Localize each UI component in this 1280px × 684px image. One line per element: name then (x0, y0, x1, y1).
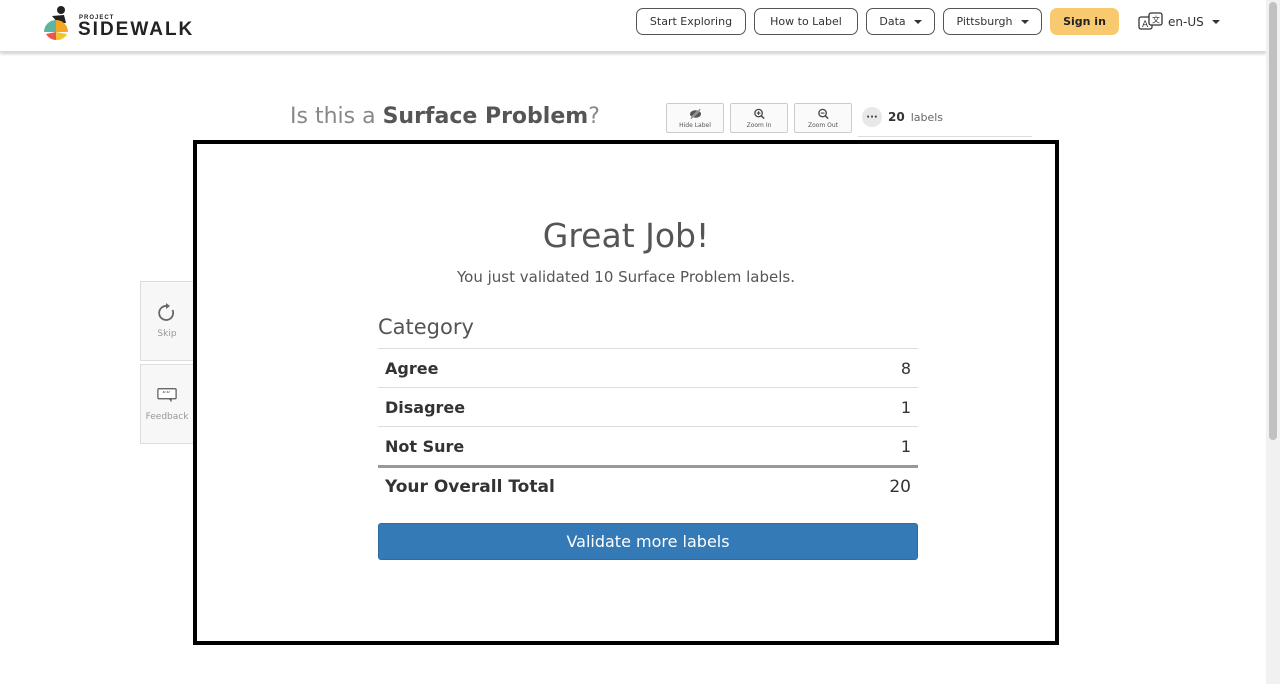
translate-icon: A 文 (1138, 12, 1163, 30)
zoom-in-button[interactable]: Zoom In (730, 103, 788, 133)
more-icon[interactable]: ··· (862, 107, 882, 127)
data-dropdown-label: Data (879, 15, 906, 28)
stat-value: 1 (900, 436, 911, 456)
stat-row-agree: Agree 8 (378, 348, 918, 387)
zoom-out-button[interactable]: Zoom Out (794, 103, 852, 133)
stat-label: Disagree (385, 397, 466, 417)
stat-value: 8 (900, 358, 911, 378)
svg-text:“: “ (166, 389, 170, 399)
wheelchair-logo-icon (44, 6, 68, 40)
labels-word: labels (910, 110, 944, 124)
total-value: 20 (889, 477, 911, 497)
validation-stats-table: Agree 8 Disagree 1 Not Sure 1 Your Overa… (378, 348, 918, 506)
city-dropdown[interactable]: Pittsburgh (943, 8, 1042, 35)
validation-question: Is this a Surface Problem? (290, 104, 600, 129)
counter-divider (858, 136, 1032, 137)
skip-button[interactable]: Skip (140, 281, 194, 361)
eye-slash-icon (689, 108, 701, 119)
modal-title: Great Job! (542, 216, 710, 255)
comment-quote-icon: “ “ (157, 388, 177, 403)
zoom-in-text: Zoom In (746, 121, 772, 129)
skip-label: Skip (157, 329, 177, 339)
scrollbar-thumb[interactable] (1269, 2, 1277, 440)
category-header: Category (378, 315, 474, 339)
svg-text:文: 文 (1152, 15, 1160, 25)
modal-subtitle: You just validated 10 Surface Problem la… (457, 268, 795, 286)
zoom-in-icon (753, 108, 765, 119)
data-dropdown[interactable]: Data (866, 8, 935, 35)
stat-label: Agree (385, 358, 439, 378)
sign-in-label: Sign in (1063, 15, 1106, 28)
page-scrollbar[interactable] (1266, 0, 1280, 684)
validate-more-button[interactable]: Validate more labels (378, 523, 918, 560)
sign-in-button[interactable]: Sign in (1050, 8, 1119, 35)
how-to-label-label: How to Label (770, 15, 842, 28)
zoom-out-text: Zoom Out (807, 121, 839, 129)
svg-text:A: A (1142, 20, 1149, 30)
navbar: PROJECT SIDEWALK Start Exploring How to … (0, 0, 1266, 52)
city-dropdown-label: Pittsburgh (956, 15, 1013, 28)
start-exploring-label: Start Exploring (649, 15, 733, 28)
feedback-label: Feedback (145, 412, 189, 422)
caret-down-icon (1211, 20, 1220, 24)
stat-row-not-sure: Not Sure 1 (378, 426, 918, 465)
total-label: Your Overall Total (385, 477, 555, 497)
question-suffix: ? (588, 104, 600, 129)
how-to-label-button[interactable]: How to Label (754, 8, 858, 35)
caret-down-icon (1020, 19, 1029, 24)
start-exploring-button[interactable]: Start Exploring (636, 8, 746, 35)
logo-text: SIDEWALK (78, 19, 195, 40)
project-sidewalk-logo[interactable]: PROJECT SIDEWALK (42, 2, 192, 44)
caret-down-icon (913, 19, 922, 24)
stat-row-total: Your Overall Total 20 (378, 465, 918, 506)
hide-label-button[interactable]: Hide Label (666, 103, 724, 133)
mission-complete-modal: Great Job! You just validated 10 Surface… (193, 140, 1059, 645)
question-label-type: Surface Problem (382, 104, 589, 129)
labels-count: 20 (888, 110, 905, 124)
language-dropdown[interactable]: A 文 en-US (1138, 12, 1220, 32)
hide-label-text: Hide Label (679, 121, 711, 129)
question-prefix: Is this a (290, 104, 383, 129)
labels-counter: ··· 20 labels (862, 106, 943, 128)
refresh-icon (158, 303, 174, 321)
stat-value: 1 (900, 397, 911, 417)
language-label: en-US (1168, 15, 1204, 29)
zoom-out-icon (817, 108, 829, 119)
stat-label: Not Sure (385, 436, 465, 456)
feedback-button[interactable]: “ “ Feedback (140, 364, 194, 444)
stat-row-disagree: Disagree 1 (378, 387, 918, 426)
